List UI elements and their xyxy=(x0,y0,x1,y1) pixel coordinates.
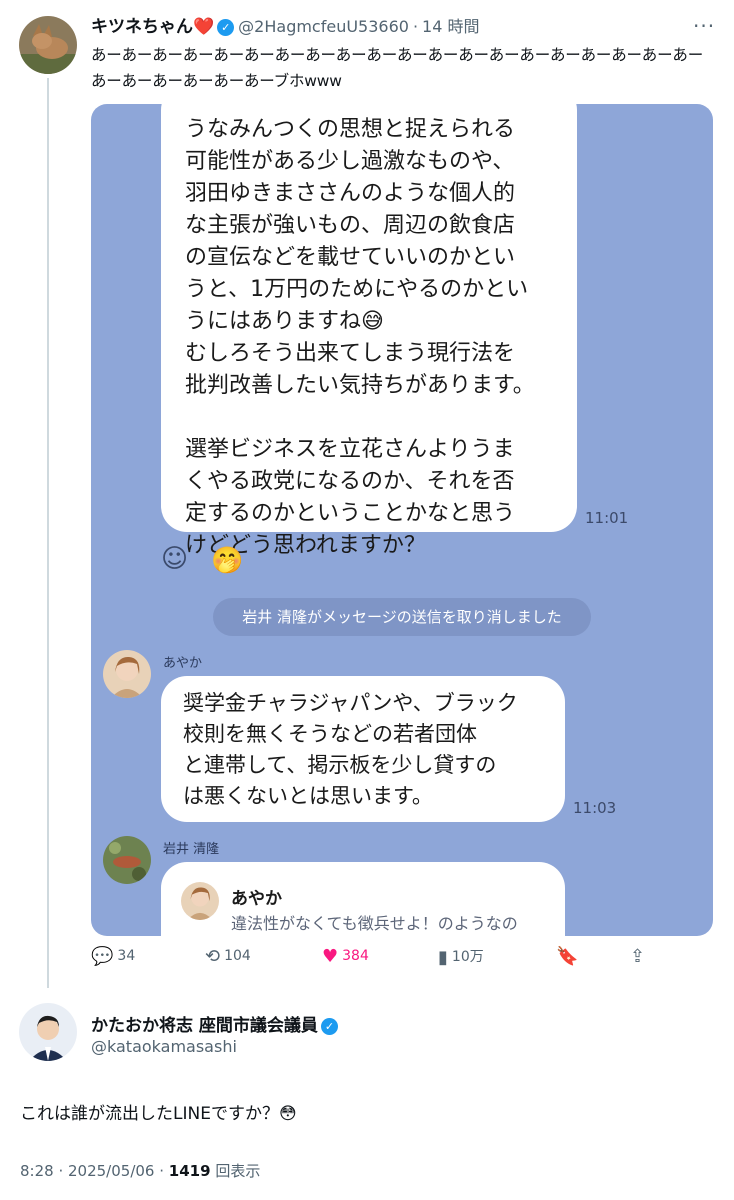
views-label: 回表示 xyxy=(215,1162,261,1180)
sender-name: あやか xyxy=(163,656,203,671)
chat-message-text: うなみんつくの思想と捉えられる 可能性がある少し過激なものや、 羽田ゆきまささん… xyxy=(185,117,535,558)
repost-icon: ⟲ xyxy=(205,946,221,967)
thread-line xyxy=(47,78,49,988)
tweet-author-header: かたおか将志 座間市議会議員 ✓ xyxy=(91,1011,338,1036)
message-time: 11:01 xyxy=(585,509,629,527)
timestamp[interactable]: 14 時間 xyxy=(422,17,479,36)
chat-bubble: うなみんつくの思想と捉えられる 可能性がある少し過激なものや、 羽田ゆきまささん… xyxy=(161,104,577,558)
timestamp-date[interactable]: 2025/05/06 xyxy=(68,1162,154,1180)
attached-image-line-chat[interactable]: うなみんつくの思想と捉えられる 可能性がある少し過激なものや、 羽田ゆきまささん… xyxy=(91,104,713,936)
share-icon: ⇪ xyxy=(630,946,646,967)
like-button[interactable]: ♥ 384 xyxy=(322,946,369,967)
fox-avatar-image xyxy=(19,16,77,74)
avatar[interactable] xyxy=(19,1003,77,1061)
avatar xyxy=(103,836,151,884)
reply-icon: 💬 xyxy=(91,946,114,967)
heart-filled-icon: ♥ xyxy=(322,946,339,967)
system-message: 岩井 清隆がメッセージの送信を取り消しました xyxy=(213,598,591,636)
handle[interactable]: @2HagmcfeuU53660 xyxy=(238,17,409,36)
reply-button[interactable]: 💬 34 xyxy=(91,946,135,967)
smiley-icon: ☺ xyxy=(161,544,189,574)
chat-bubble: 奨学金チャラジャパンや、ブラック 校則を無くそうなどの若者団体 と連帯して、掲示… xyxy=(161,676,565,822)
avatar-image xyxy=(103,836,151,884)
timestamp-time[interactable]: 8:28 xyxy=(20,1162,54,1180)
avatar-image xyxy=(181,882,219,920)
author-avatar-image xyxy=(19,1003,77,1061)
bar-chart-icon: ▮ xyxy=(438,947,448,968)
avatar[interactable] xyxy=(19,16,77,74)
message-time: 11:03 xyxy=(573,799,617,817)
share-button[interactable]: ⇪ xyxy=(630,946,649,967)
more-options-icon[interactable]: ··· xyxy=(693,14,715,38)
repost-count: 104 xyxy=(224,948,251,964)
separator: · xyxy=(412,17,419,36)
tweet-text: あーあーあーあーあーあーあーあーあーあーあーあーあーあーあーあーあーあーあーあー… xyxy=(91,46,704,90)
reply-count: 34 xyxy=(117,948,136,964)
views-count: 1419 xyxy=(168,1162,211,1180)
tweet-metadata: 8:28 · 2025/05/06 · 1419 回表示 xyxy=(20,1162,261,1180)
quoted-avatar xyxy=(181,882,219,920)
bookmark-icon: 🔖 xyxy=(556,946,579,967)
chat-message-text: 奨学金チャラジャパンや、ブラック 校則を無くそうなどの若者団体 と連帯して、掲示… xyxy=(183,691,518,808)
views-button[interactable]: ▮ 10万 xyxy=(438,946,484,968)
quoted-message-text: 違法性がなくても徴兵せよ！のようなの xyxy=(231,914,518,933)
chat-bubble: あやか 違法性がなくても徴兵せよ！のようなの xyxy=(161,862,565,936)
tweet-text: これは誰が流出したLINEですか？😳 xyxy=(20,1104,297,1124)
avatar-image xyxy=(103,650,151,698)
display-name[interactable]: かたおか将志 座間市議会議員 xyxy=(91,1016,318,1036)
like-count: 384 xyxy=(342,948,369,964)
views-count: 10万 xyxy=(451,949,484,965)
quoted-sender-name: あやか xyxy=(231,889,282,909)
repost-button[interactable]: ⟲ 104 xyxy=(205,946,251,967)
bookmark-button[interactable]: 🔖 xyxy=(556,946,582,967)
handle[interactable]: @kataokamasashi xyxy=(91,1037,237,1056)
tweet-author-header: キツネちゃん❤️ ✓ @2HagmcfeuU53660 · 14 時間 xyxy=(91,12,480,37)
verified-badge-icon: ✓ xyxy=(217,18,235,36)
display-name[interactable]: キツネちゃん❤️ xyxy=(91,17,214,37)
verified-badge-icon: ✓ xyxy=(320,1017,338,1035)
emoji-reaction-icon: 🤭 xyxy=(211,546,244,576)
sender-name: 岩井 清隆 xyxy=(163,842,220,857)
avatar xyxy=(103,650,151,698)
